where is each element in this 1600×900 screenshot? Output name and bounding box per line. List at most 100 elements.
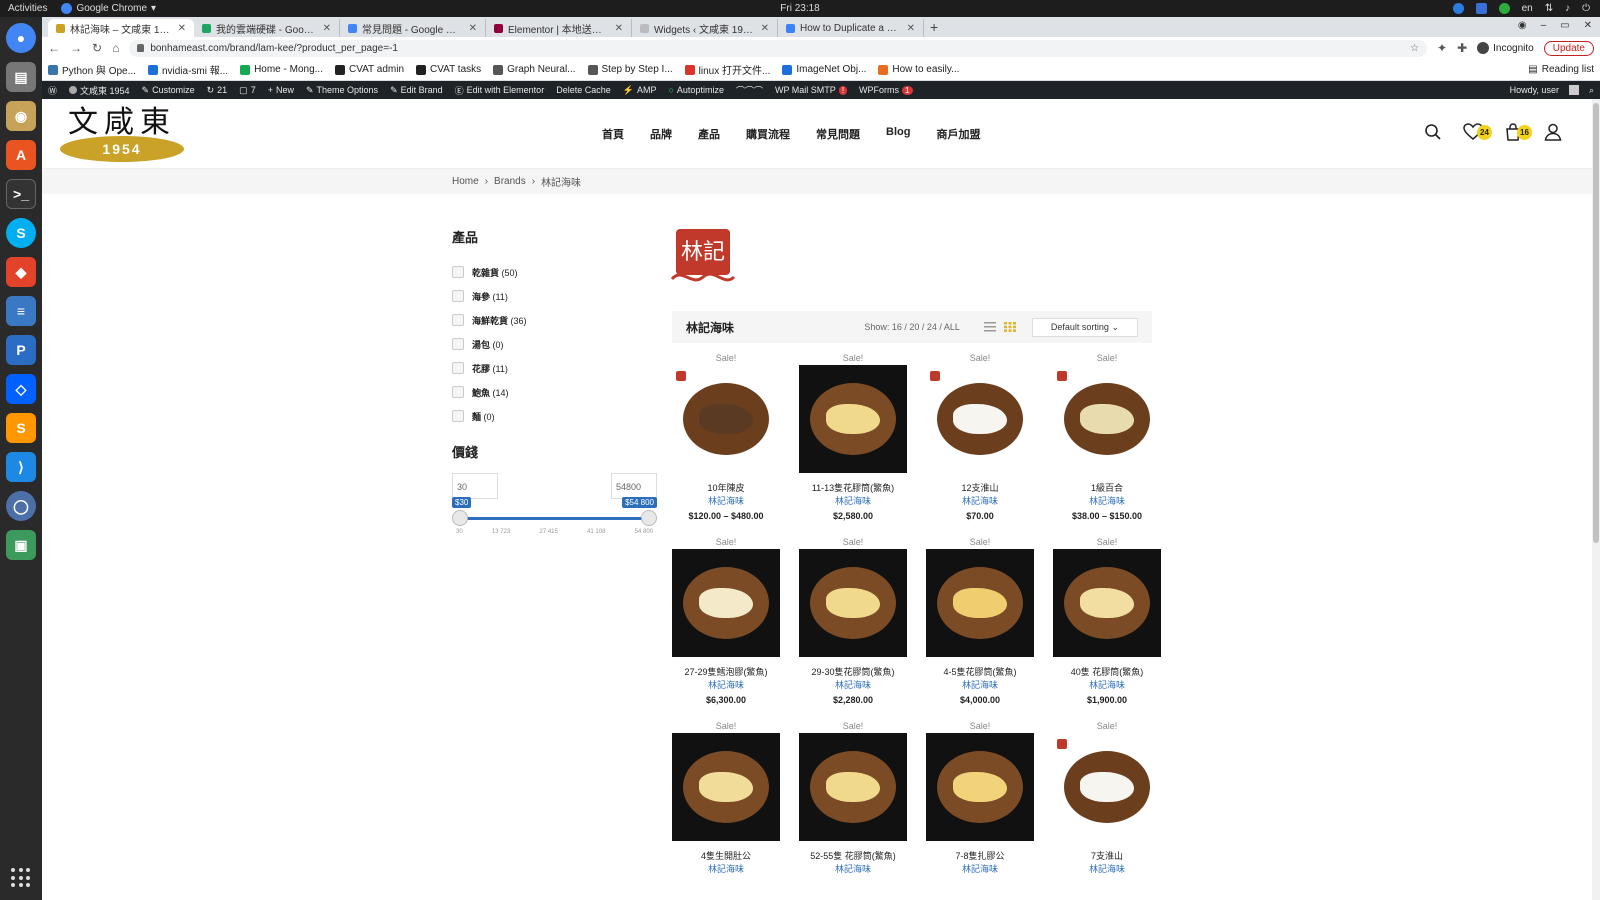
list-view-icon[interactable] (983, 322, 996, 332)
wp-customize[interactable]: ✎ Customize (142, 85, 195, 96)
vscode-dock-icon[interactable]: ⟩ (6, 452, 36, 482)
product-brand[interactable]: 林記海味 (672, 494, 780, 507)
browser-tab[interactable]: How to Duplicate a Page ✕ (778, 19, 924, 37)
wp-updates[interactable]: ↻ 21 (207, 85, 228, 96)
bookmark-item[interactable]: Home - Mong... (240, 64, 323, 75)
account-user-icon[interactable] (1542, 121, 1564, 143)
price-min-input[interactable]: 30 (452, 473, 498, 499)
close-tab-icon[interactable]: ✕ (907, 23, 915, 34)
product-card[interactable]: Sale! 10年陳皮 林記海味 $120.00 – $480.00 (672, 351, 780, 521)
wp-amp[interactable]: ⚡ AMP (623, 85, 657, 96)
back-icon[interactable]: ← (48, 41, 60, 55)
bookmark-star-icon[interactable]: ☆ (1410, 43, 1419, 54)
category-filter[interactable]: 海鮮乾貨 (36) (452, 308, 657, 332)
category-checkbox[interactable] (452, 386, 464, 398)
browser-tab[interactable]: 林記海味 – 文咸東 1954 ✕ (48, 19, 194, 37)
forward-icon[interactable]: → (70, 41, 82, 55)
wp-comments[interactable]: ▢ 7 (239, 85, 256, 96)
sublime-dock-icon[interactable]: S (6, 413, 36, 443)
bookmark-item[interactable]: nvidia-smi 報... (147, 62, 228, 77)
address-bar[interactable]: bonhameast.com/brand/lam-kee/?product_pe… (129, 39, 1428, 57)
close-tab-icon[interactable]: ✕ (761, 23, 769, 34)
search-icon[interactable] (1422, 121, 1444, 143)
bookmark-item[interactable]: Graph Neural... (493, 64, 576, 75)
document-dock-icon[interactable]: ≡ (6, 296, 36, 326)
nav-item[interactable]: 購買流程 (746, 126, 790, 142)
product-card[interactable]: Sale! 12支淮山 林記海味 $70.00 (926, 351, 1034, 521)
show-apps-icon[interactable] (11, 868, 31, 888)
product-brand[interactable]: 林記海味 (799, 494, 907, 507)
reload-icon[interactable]: ↻ (92, 41, 102, 55)
incognito-indicator[interactable]: Incognito (1477, 42, 1534, 54)
category-checkbox[interactable] (452, 410, 464, 422)
volume-icon[interactable]: ♪ (1565, 3, 1570, 14)
product-brand[interactable]: 林記海味 (672, 678, 780, 691)
puzzle-icon[interactable]: ✚ (1457, 41, 1467, 55)
category-checkbox[interactable] (452, 314, 464, 326)
product-name[interactable]: 52-55隻 花膠筒(鰵魚) (799, 849, 907, 862)
anydesk-dock-icon[interactable]: ◆ (6, 257, 36, 287)
wp-autoptimize[interactable]: ○ Autoptimize (668, 85, 723, 95)
product-name[interactable]: 4-5隻花膠筒(鰵魚) (926, 665, 1034, 678)
product-image[interactable] (1053, 733, 1161, 841)
wishlist-heart-icon[interactable]: 24 (1462, 121, 1492, 143)
product-name[interactable]: 7支淮山 (1053, 849, 1161, 862)
product-card[interactable]: Sale! 40隻 花膠筒(鰵魚) 林記海味 $1,900.00 (1053, 535, 1161, 705)
nav-item[interactable]: 品牌 (650, 126, 672, 142)
site-logo[interactable]: 文咸東 1954 (60, 106, 184, 162)
maximize-icon[interactable]: ▭ (1560, 20, 1569, 31)
price-slider[interactable] (452, 510, 657, 526)
category-filter[interactable]: 湯包 (0) (452, 332, 657, 356)
close-tab-icon[interactable]: ✕ (323, 23, 331, 34)
per-page-selector[interactable]: Show: 16 / 20 / 24 / ALL (864, 322, 960, 332)
product-name[interactable]: 27-29隻鱈泡膠(鰵魚) (672, 665, 780, 678)
bookmark-item[interactable]: CVAT tasks (416, 64, 481, 75)
chrome-dock-icon[interactable]: ● (6, 23, 36, 53)
breadcrumb-brands[interactable]: Brands (494, 176, 526, 187)
bookmark-item[interactable]: Python 與 Ope... (48, 62, 136, 77)
profile-icon[interactable]: ◉ (1518, 20, 1527, 31)
bookmark-item[interactable]: How to easily... (878, 64, 959, 75)
power-icon[interactable]: ⏻ (1582, 3, 1590, 14)
browser-tab[interactable]: 我的雲端硬碟 - Google 雲 ✕ (194, 19, 340, 37)
lock-icon[interactable] (137, 44, 145, 52)
price-max-input[interactable]: 54800 (611, 473, 657, 499)
product-card[interactable]: Sale! 29-30隻花膠筒(鰵魚) 林記海味 $2,280.00 (799, 535, 907, 705)
sorting-select[interactable]: Default sorting ⌄ (1031, 317, 1138, 337)
product-image[interactable] (799, 733, 907, 841)
product-name[interactable]: 29-30隻花膠筒(鰵魚) (799, 665, 907, 678)
cart-icon[interactable]: 16 (1502, 121, 1532, 143)
wp-edit-brand[interactable]: ✎ Edit Brand (390, 85, 443, 96)
reading-list-button[interactable]: ▤ Reading list (1528, 64, 1594, 75)
sync-icon[interactable] (1452, 3, 1464, 14)
breadcrumb-home[interactable]: Home (452, 176, 479, 187)
product-image[interactable] (672, 733, 780, 841)
nav-item[interactable]: 商戶加盟 (936, 126, 980, 142)
product-card[interactable]: Sale! 4-5隻花膠筒(鰵魚) 林記海味 $4,000.00 (926, 535, 1034, 705)
category-filter[interactable]: 鮑魚 (14) (452, 380, 657, 404)
language-indicator[interactable]: en (1522, 3, 1533, 14)
product-brand[interactable]: 林記海味 (926, 494, 1034, 507)
browser-tab[interactable]: Widgets ‹ 文咸東 1954 — V ✕ (632, 19, 778, 37)
system-tray[interactable]: en ⇅ ♪ ⏻ (1452, 3, 1590, 14)
close-tab-icon[interactable]: ✕ (615, 23, 623, 34)
bookmark-item[interactable]: CVAT admin (334, 64, 404, 75)
bookmark-item[interactable]: ImageNet Obj... (782, 64, 866, 75)
wp-user-area[interactable]: Howdy, user ⌕ (1510, 85, 1594, 96)
product-brand[interactable]: 林記海味 (799, 862, 907, 875)
category-checkbox[interactable] (452, 266, 464, 278)
product-brand[interactable]: 林記海味 (1053, 862, 1161, 875)
product-brand[interactable]: 林記海味 (926, 862, 1034, 875)
product-brand[interactable]: 林記海味 (1053, 494, 1161, 507)
bookmark-item[interactable]: Step by Step I... (587, 64, 673, 75)
product-card[interactable]: Sale! 11-13隻花膠筒(鰵魚) 林記海味 $2,580.00 (799, 351, 907, 521)
product-brand[interactable]: 林記海味 (799, 678, 907, 691)
grid-view-icon[interactable] (1003, 322, 1016, 332)
update-button[interactable]: Update (1543, 40, 1594, 56)
product-name[interactable]: 40隻 花膠筒(鰵魚) (1053, 665, 1161, 678)
product-name[interactable]: 10年陳皮 (672, 481, 780, 494)
nav-item[interactable]: 首頁 (602, 126, 624, 142)
product-card[interactable]: Sale! 52-55隻 花膠筒(鰵魚) 林記海味 (799, 719, 907, 875)
image-viewer-dock-icon[interactable]: ▣ (6, 530, 36, 560)
price-slider-max-handle[interactable] (641, 510, 657, 526)
